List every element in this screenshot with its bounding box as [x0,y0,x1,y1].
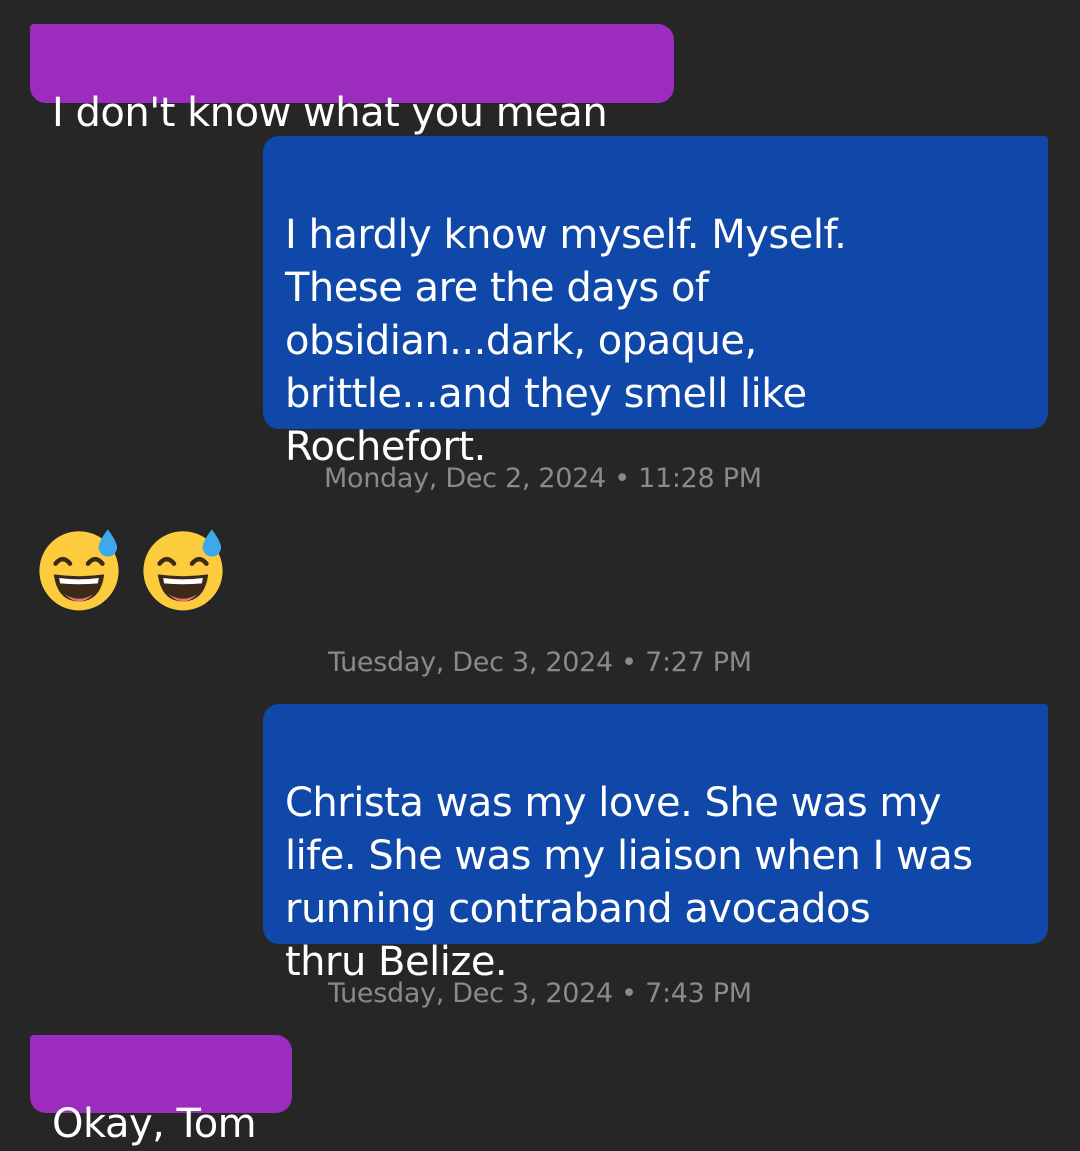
message-text: Christa was my love. She was my life. Sh… [285,780,973,985]
message-bubble-incoming[interactable]: I don't know what you mean [30,24,674,136]
message-text: Okay, Tom [52,1101,257,1147]
emoji-message[interactable] [34,524,228,614]
timestamp: Tuesday, Dec 3, 2024 • 7:27 PM [328,647,752,678]
message-bubble-incoming[interactable]: Okay, Tom [30,1035,292,1147]
message-text: I hardly know myself. Myself. These are … [285,212,847,470]
message-text: I don't know what you mean [52,90,608,136]
message-bubble-outgoing[interactable]: Christa was my love. She was my life. Sh… [263,704,1048,985]
grinning-face-with-sweat-icon [143,529,223,611]
grinning-face-with-sweat-icon [39,529,119,611]
message-bubble-outgoing[interactable]: I hardly know myself. Myself. These are … [263,136,1048,470]
timestamp: Monday, Dec 2, 2024 • 11:28 PM [324,463,762,494]
timestamp: Tuesday, Dec 3, 2024 • 7:43 PM [328,978,752,1009]
